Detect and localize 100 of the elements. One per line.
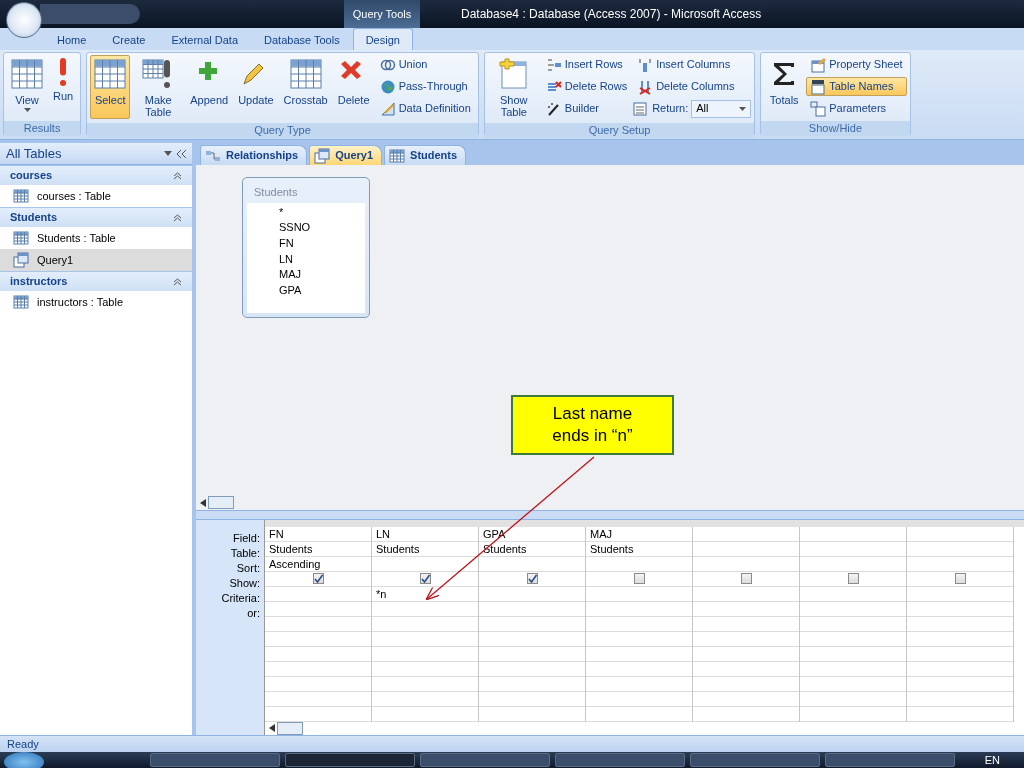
- ribbon-button[interactable]: Property Sheet: [806, 55, 907, 74]
- collapse-icon[interactable]: [173, 213, 182, 222]
- globe-icon: [379, 78, 396, 95]
- ribbon-button[interactable]: Data Definition: [375, 99, 475, 118]
- ribbon-button[interactable]: Union: [375, 55, 475, 74]
- ribbon-button[interactable]: Delete Rows: [541, 77, 632, 96]
- return-dropdown[interactable]: All: [691, 99, 752, 118]
- show-checkbox[interactable]: [419, 573, 431, 585]
- ribbon-button[interactable]: Run: [49, 55, 78, 119]
- insert-columns-icon: [637, 56, 654, 73]
- ribbon-button[interactable]: Crosstab: [279, 55, 332, 119]
- row-label: Sort:: [236, 562, 260, 574]
- collapse-pane-icon[interactable]: [177, 149, 186, 158]
- row-label: Table:: [230, 547, 260, 559]
- ribbon-button[interactable]: Totals: [764, 55, 805, 119]
- group-label: Query Type: [87, 123, 478, 138]
- row-label: or:: [247, 607, 260, 619]
- collapse-icon[interactable]: [173, 171, 182, 180]
- row-label: Field:: [233, 532, 260, 544]
- ribbon-button[interactable]: Builder: [541, 99, 632, 118]
- property-sheet-icon: [810, 56, 827, 73]
- grid-cell[interactable]: GPA: [483, 527, 506, 540]
- group-label: Results: [4, 121, 81, 136]
- ribbon-button[interactable]: Insert Rows: [541, 55, 632, 74]
- status-text: Ready: [7, 738, 39, 750]
- grid-cell[interactable]: Students: [590, 542, 634, 555]
- ribbon-button[interactable]: Show Table: [487, 55, 540, 121]
- ribbon-tab[interactable]: External Data: [158, 28, 252, 50]
- callout: Last name ends in “n”: [511, 395, 674, 455]
- ribbon-button[interactable]: Select: [90, 55, 131, 119]
- exclamation-icon: [59, 58, 68, 86]
- document-tab[interactable]: Query1: [309, 145, 383, 165]
- row-label: Show:: [229, 577, 260, 589]
- table-icon: [389, 147, 406, 164]
- show-checkbox[interactable]: [312, 573, 324, 585]
- nav-item[interactable]: Query1: [0, 249, 192, 271]
- show-checkbox[interactable]: [633, 573, 645, 585]
- grid-cell[interactable]: Ascending: [269, 557, 321, 570]
- ribbon-button[interactable]: Update: [234, 55, 278, 119]
- grid-cell[interactable]: Students: [269, 542, 313, 555]
- group-header[interactable]: courses: [10, 167, 53, 184]
- table-names-icon: [810, 78, 827, 95]
- ribbon-button[interactable]: Delete Columns: [633, 77, 752, 96]
- show-checkbox[interactable]: [847, 573, 859, 585]
- ribbon-button[interactable]: Make Table: [132, 55, 185, 121]
- grid-cell[interactable]: Students: [376, 542, 420, 555]
- ribbon-tab[interactable]: Database Tools: [251, 28, 353, 50]
- nav-item[interactable]: instructors : Table: [0, 291, 192, 313]
- table-title: Students: [253, 185, 299, 200]
- scroll-thumb[interactable]: [208, 496, 234, 509]
- document-tab[interactable]: Students: [384, 145, 467, 165]
- dropdown-icon[interactable]: [163, 151, 172, 156]
- query-icon: [314, 147, 331, 164]
- office-button[interactable]: [6, 2, 42, 38]
- field-name[interactable]: FN: [279, 235, 294, 252]
- ribbon-button[interactable]: Delete: [333, 55, 374, 119]
- ribbon-button[interactable]: View: [7, 55, 47, 119]
- grid-cell[interactable]: LN: [376, 527, 391, 540]
- grid-icon: [11, 58, 43, 90]
- ribbon-tab[interactable]: Design: [352, 28, 413, 50]
- document-tab[interactable]: Relationships: [200, 145, 308, 165]
- table-plus-icon: [497, 58, 530, 90]
- field-name[interactable]: *: [279, 204, 284, 221]
- nav-item[interactable]: Students : Table: [0, 227, 192, 249]
- show-checkbox[interactable]: [740, 573, 752, 585]
- row-label: Criteria:: [221, 592, 260, 604]
- list-icon: [633, 100, 650, 117]
- language-indicator[interactable]: EN: [984, 751, 1024, 768]
- scroll-left-icon[interactable]: [269, 724, 275, 733]
- field-name[interactable]: GPA: [279, 283, 302, 299]
- context-tab-label: Query Tools: [344, 0, 420, 28]
- nav-item[interactable]: courses : Table: [0, 185, 192, 207]
- ribbon-tab[interactable]: Create: [99, 28, 159, 50]
- field-label: Return:: [652, 101, 689, 117]
- grid-cell[interactable]: *n: [376, 587, 387, 600]
- ribbon-button[interactable]: Pass-Through: [375, 77, 475, 96]
- taskbar-button[interactable]: [285, 753, 415, 767]
- ribbon-button[interactable]: Insert Columns: [633, 55, 752, 74]
- ribbon-button[interactable]: Parameters: [806, 99, 907, 118]
- field-name[interactable]: SSNO: [279, 220, 311, 236]
- grid-cell[interactable]: FN: [269, 527, 284, 540]
- table-icon: [13, 294, 29, 310]
- grid-icon: [289, 58, 322, 90]
- query-icon: [13, 252, 29, 268]
- show-checkbox[interactable]: [526, 573, 538, 585]
- start-button[interactable]: [4, 752, 44, 768]
- ribbon-button[interactable]: Table Names: [806, 77, 907, 96]
- wand-icon: [545, 100, 562, 117]
- pane-title: All Tables: [6, 144, 62, 163]
- group-label: Show/Hide: [761, 121, 910, 136]
- field-name[interactable]: LN: [279, 251, 294, 268]
- field-name[interactable]: MAJ: [279, 267, 301, 283]
- ribbon-button[interactable]: Append: [186, 55, 233, 119]
- ribbon-tab[interactable]: Home: [44, 28, 100, 50]
- show-checkbox[interactable]: [954, 573, 966, 585]
- collapse-icon[interactable]: [173, 277, 182, 286]
- scroll-left-icon[interactable]: [200, 498, 206, 507]
- dropdown-caret-icon[interactable]: [23, 108, 31, 112]
- grid-cell[interactable]: MAJ: [590, 527, 612, 540]
- group-label: Query Setup: [484, 123, 755, 138]
